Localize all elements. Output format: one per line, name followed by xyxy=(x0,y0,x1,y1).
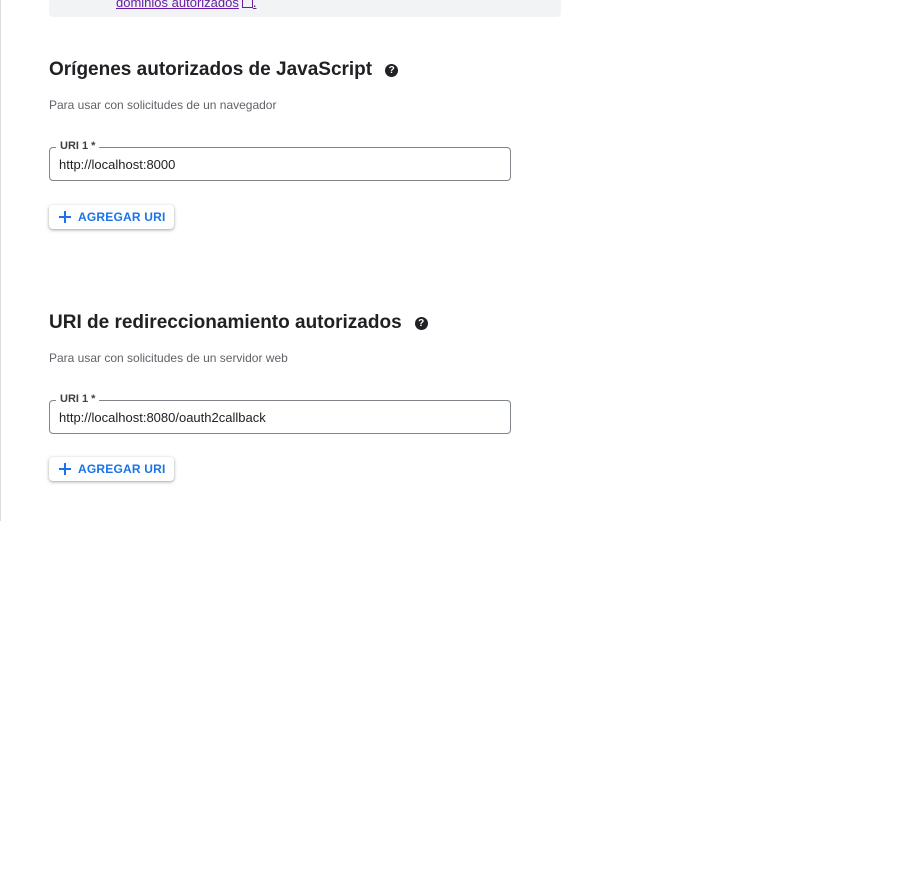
add-js-origin-uri-button[interactable]: AGREGAR URI xyxy=(49,205,174,229)
add-redirect-uri-button[interactable]: AGREGAR URI xyxy=(49,457,174,481)
js-origin-uri-1-field[interactable]: URI 1 * http://localhost:8000 xyxy=(49,140,511,181)
oauth-client-page: dominios autorizados. Orígenes autorizad… xyxy=(0,0,902,871)
info-tail: . xyxy=(252,0,257,10)
redirect-uri-1-input[interactable]: http://localhost:8080/oauth2callback xyxy=(59,410,266,425)
info-box: dominios autorizados. xyxy=(49,0,561,17)
field-label: URI 1 * xyxy=(56,140,100,152)
field-label: URI 1 * xyxy=(56,393,100,405)
js-origin-uri-1-input[interactable]: http://localhost:8000 xyxy=(59,157,175,172)
info-text: dominios autorizados. xyxy=(116,0,256,10)
plus-icon xyxy=(59,211,71,223)
section-title-text: URI de redireccionamiento autorizados xyxy=(49,312,402,333)
add-uri-label: AGREGAR URI xyxy=(78,210,166,224)
redirect-uris-title: URI de redireccionamiento autorizados ? xyxy=(49,312,428,334)
help-icon[interactable]: ? xyxy=(414,316,428,330)
help-icon[interactable]: ? xyxy=(385,63,399,77)
authorized-domains-link[interactable]: dominios autorizados xyxy=(116,0,239,10)
empty-area xyxy=(0,521,902,871)
section-title-text: Orígenes autorizados de JavaScript xyxy=(49,59,373,80)
add-uri-label: AGREGAR URI xyxy=(78,462,166,476)
redirect-uri-1-field[interactable]: URI 1 * http://localhost:8080/oauth2call… xyxy=(49,393,511,434)
plus-icon xyxy=(59,463,71,475)
redirect-uris-subtitle: Para usar con solicitudes de un servidor… xyxy=(49,351,288,365)
left-divider xyxy=(0,0,1,521)
js-origins-subtitle: Para usar con solicitudes de un navegado… xyxy=(49,98,277,112)
external-link-icon xyxy=(241,0,253,9)
js-origins-title: Orígenes autorizados de JavaScript ? xyxy=(49,59,399,81)
